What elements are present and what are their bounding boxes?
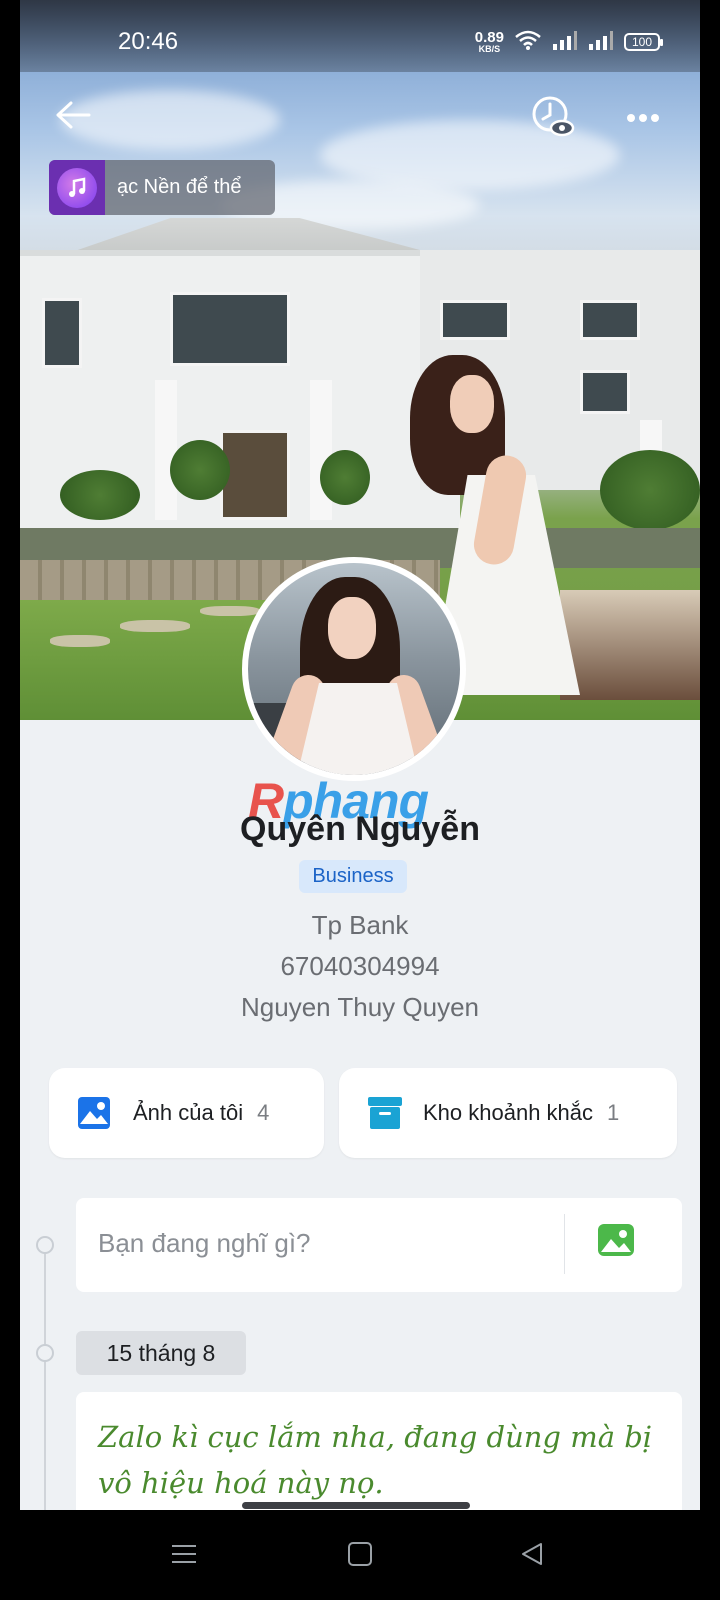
back-nav-button[interactable] [510,1534,554,1578]
post-text: Zalo kì cục lắm nha, đang dùng mà bị vô … [98,1420,653,1500]
business-badge[interactable]: Business [299,860,407,893]
signal-icon-sim1 [552,29,578,56]
square-home-icon [347,1541,373,1572]
bio-line-holder: Nguyen Thuy Quyen [241,992,479,1022]
music-note-icon [49,160,105,215]
system-nav-bar [0,1512,720,1600]
my-photos-count: 4 [257,1100,270,1125]
network-speed: 0.89 KB/S [475,30,504,54]
bio-line-account: 67040304994 [280,951,440,981]
moments-archive-button[interactable]: Kho khoảnh khắc 1 [339,1068,677,1158]
signal-icon-sim2 [588,29,614,56]
wifi-icon [514,29,542,56]
timeline-line [44,1245,46,1510]
music-title: ạc Nền để thể [117,176,242,198]
back-button[interactable] [48,92,98,142]
battery-level: 100 [631,35,653,49]
timeline-dot [36,1344,54,1362]
composer-placeholder: Bạn đang nghĩ gì? [98,1228,311,1258]
photo-icon [77,1096,111,1130]
status-indicators: 0.89 KB/S 100 [475,28,663,56]
clock-eye-icon [530,94,576,145]
battery-icon: 100 [624,33,663,51]
status-bar: 20:46 0.89 KB/S 100 [20,0,700,72]
view-history-button[interactable] [526,92,580,146]
my-photos-label: Ảnh của tôi [133,1100,244,1125]
my-photos-button[interactable]: Ảnh của tôi 4 [49,1068,324,1158]
network-speed-unit: KB/S [478,44,501,54]
arrow-left-icon [55,100,91,135]
post-card[interactable]: Zalo kì cục lắm nha, đang dùng mà bị vô … [76,1392,682,1510]
profile-avatar[interactable] [242,557,466,781]
home-indicator [242,1502,470,1509]
status-time: 20:46 [118,28,179,55]
top-actions [20,84,700,148]
status-composer[interactable]: Bạn đang nghĩ gì? [76,1198,682,1292]
image-icon[interactable] [596,1222,642,1268]
triangle-back-icon [519,1541,545,1572]
composer-divider [564,1214,565,1274]
more-options-button[interactable] [616,92,670,146]
moments-archive-count: 1 [607,1100,620,1125]
profile-screen: 20:46 0.89 KB/S 100 ạc Nền để thể Rphang… [20,0,700,1510]
profile-bio: Tp Bank 67040304994 Nguyen Thuy Quyen [20,905,700,1028]
menu-button[interactable] [162,1534,206,1578]
profile-music-chip[interactable]: ạc Nền để thể [49,160,275,215]
timeline-dot [36,1236,54,1254]
home-button[interactable] [338,1534,382,1578]
more-horizontal-icon [626,110,660,128]
moments-archive-label: Kho khoảnh khắc [423,1100,594,1125]
menu-icon [170,1542,198,1571]
profile-name: Quyên Nguyễn [240,810,480,848]
bio-line-bank: Tp Bank [311,910,409,940]
network-speed-value: 0.89 [474,29,504,46]
archive-box-icon [367,1096,402,1130]
timeline-date: 15 tháng 8 [76,1331,246,1375]
